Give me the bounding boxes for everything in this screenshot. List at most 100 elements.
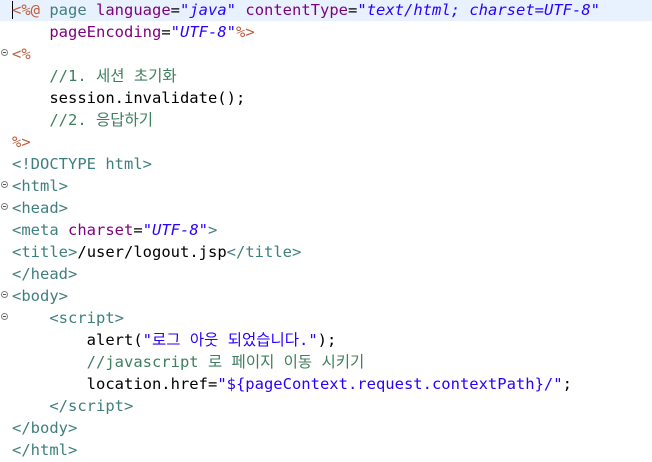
code-text: <title>/user/logout.jsp</title> — [12, 241, 301, 263]
code-token-text: = — [133, 221, 143, 239]
code-token-tag: < — [12, 243, 22, 261]
code-line[interactable]: %> — [0, 131, 652, 153]
code-token-tagname: meta — [21, 221, 59, 239]
code-token-text: = — [161, 23, 171, 41]
code-token-tag: > — [68, 243, 78, 261]
code-line[interactable]: session.invalidate(); — [0, 87, 652, 109]
code-text: </head> — [12, 263, 77, 285]
code-token-tag: > — [58, 287, 69, 305]
code-token-tagname: title — [21, 243, 69, 261]
code-token-text: ); — [317, 331, 337, 349]
code-token-tag: > — [68, 441, 78, 459]
code-line[interactable]: </html> — [0, 439, 652, 461]
fold-collapse-icon[interactable] — [1, 203, 8, 210]
code-line[interactable]: <script> — [0, 307, 652, 329]
code-line[interactable]: <title>/user/logout.jsp</title> — [0, 241, 652, 263]
code-token-text: session.invalidate(); — [12, 89, 246, 107]
code-token-tagname: head — [30, 265, 68, 283]
code-token-comment: //javascript 로 페이지 이동 시키기 — [86, 353, 365, 371]
code-line[interactable]: <html> — [0, 175, 652, 197]
code-line[interactable]: </script> — [0, 395, 652, 417]
code-text: pageEncoding="UTF-8"%> — [12, 21, 255, 43]
code-token-text: /user/logout.jsp — [77, 243, 227, 261]
editor-gutter — [0, 21, 12, 43]
code-token-tagname: head — [21, 199, 59, 217]
code-token-text: location.href= — [12, 375, 218, 393]
code-token-attr: charset — [68, 221, 134, 239]
code-token-delim: <%@ — [12, 1, 40, 19]
editor-gutter — [0, 131, 12, 153]
code-line[interactable]: //javascript 로 페이지 이동 시키기 — [0, 351, 652, 373]
editor-gutter — [0, 263, 12, 285]
code-line[interactable]: alert("로그 아웃 되었습니다."); — [0, 329, 652, 351]
code-text: <!DOCTYPE html> — [12, 153, 152, 175]
editor-gutter — [0, 87, 12, 109]
code-token-tagname: html — [105, 155, 143, 173]
code-line[interactable]: <% — [0, 43, 652, 65]
code-token-tag: > — [58, 177, 69, 195]
code-text: </body> — [12, 417, 77, 439]
editor-gutter — [0, 175, 12, 197]
code-token-tag: > — [58, 199, 69, 217]
code-token-tag: > — [208, 221, 218, 239]
code-token-jsstr: "${pageContext.request.contextPath}/" — [217, 375, 563, 393]
code-line[interactable]: //1. 세션 초기화 — [0, 65, 652, 87]
editor-gutter — [0, 241, 12, 263]
code-line[interactable]: <!DOCTYPE html> — [0, 153, 652, 175]
code-text: //javascript 로 페이지 이동 시키기 — [12, 351, 365, 373]
code-token-tagname: html — [30, 441, 68, 459]
code-token-attr: language — [96, 1, 171, 19]
code-token-tag: </ — [12, 441, 31, 459]
code-token-comment: //2. 응답하기 — [49, 111, 154, 129]
code-text: //2. 응답하기 — [12, 109, 153, 131]
code-token-delim: <% — [12, 45, 31, 63]
code-token-jsstr: "로그 아웃 되었습니다." — [142, 331, 318, 349]
editor-gutter — [0, 417, 12, 439]
editor-gutter — [0, 109, 12, 131]
code-text: </html> — [12, 439, 77, 461]
code-text: %> — [12, 131, 31, 153]
code-editor[interactable]: <%@ page language="java" contentType="te… — [0, 0, 652, 462]
code-text: alert("로그 아웃 되었습니다."); — [12, 329, 337, 351]
code-line[interactable]: location.href="${pageContext.request.con… — [0, 373, 652, 395]
code-token-tag: < — [12, 287, 22, 305]
editor-gutter — [0, 373, 12, 395]
code-line[interactable]: //2. 응답하기 — [0, 109, 652, 131]
code-line[interactable]: </body> — [0, 417, 652, 439]
editor-gutter — [0, 197, 12, 219]
code-text: session.invalidate(); — [12, 87, 245, 109]
code-text: </script> — [12, 395, 133, 417]
code-line[interactable]: <head> — [0, 197, 652, 219]
code-token-tag: > — [292, 243, 302, 261]
editor-gutter — [0, 329, 12, 351]
code-line[interactable]: <meta charset="UTF-8"> — [0, 219, 652, 241]
code-token-comment: //1. 세션 초기화 — [49, 67, 177, 85]
code-text: <meta charset="UTF-8"> — [12, 219, 217, 241]
editor-gutter — [0, 285, 12, 307]
code-token-tag: > — [124, 397, 134, 415]
code-token-delim: %> — [235, 23, 255, 41]
editor-gutter — [0, 43, 12, 65]
code-text: <body> — [12, 285, 68, 307]
code-token-tag: <!DOCTYPE — [12, 155, 96, 173]
fold-collapse-icon[interactable] — [1, 291, 8, 298]
fold-collapse-icon[interactable] — [1, 181, 8, 188]
code-line[interactable]: pageEncoding="UTF-8"%> — [0, 21, 652, 43]
code-text: <html> — [12, 175, 68, 197]
editor-gutter — [0, 395, 12, 417]
code-line[interactable]: <%@ page language="java" contentType="te… — [0, 0, 652, 21]
code-text: location.href="${pageContext.request.con… — [12, 373, 572, 395]
code-text: <% — [12, 43, 31, 65]
fold-collapse-icon[interactable] — [1, 313, 8, 320]
code-token-attr: pageEncoding — [49, 23, 162, 41]
code-text: <%@ page language="java" contentType="te… — [12, 0, 600, 21]
code-token-str: "java" — [180, 1, 237, 19]
fold-collapse-icon[interactable] — [1, 49, 8, 56]
code-line[interactable]: <body> — [0, 285, 652, 307]
code-line[interactable]: </head> — [0, 263, 652, 285]
editor-gutter — [0, 153, 12, 175]
